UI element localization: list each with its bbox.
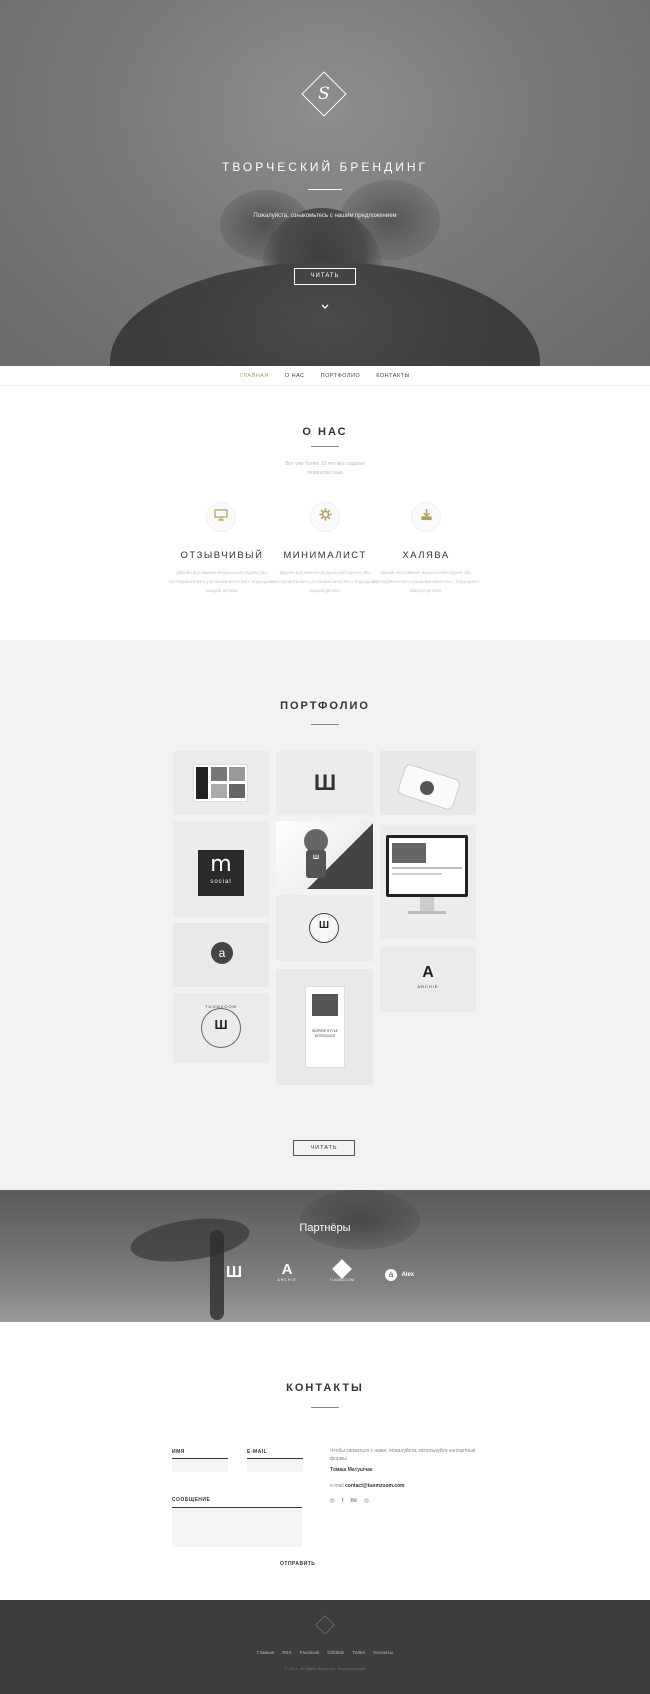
name-field[interactable]	[172, 1458, 228, 1472]
gear-icon	[310, 502, 340, 532]
instagram-icon[interactable]: ◎	[364, 1497, 369, 1505]
portfolio-tile[interactable]: Ш TUOMZOOM	[173, 993, 269, 1063]
alex-icon[interactable]: a Alex	[385, 1266, 425, 1284]
hero-subtitle: Пожалуйста, ознакомьтесь с нашим предлож…	[253, 213, 397, 219]
about-title: О НАС	[302, 426, 348, 438]
tuomzoom-icon[interactable]: TUOMZOOM	[326, 1259, 358, 1282]
nav-item-about[interactable]: О НАС	[285, 373, 305, 379]
email-label: E-MAIL	[247, 1449, 268, 1455]
hero-divider	[308, 189, 342, 190]
footer-copyright: © 2014. All Rights Reserved. Tuomzoom.co…	[284, 1666, 366, 1671]
logo-letter: S	[318, 84, 330, 104]
hero-title: ТВОРЧЕСКИЙ БРЕНДИНГ	[222, 160, 428, 174]
monitor-icon	[206, 502, 236, 532]
partners-section	[0, 1190, 650, 1322]
email-field[interactable]	[247, 1458, 303, 1472]
about-subtitle: Вот уже более 10 лет мы создаем первокла…	[285, 461, 365, 476]
contacts-divider	[311, 1407, 339, 1408]
portfolio-read-button[interactable]: ЧИТАТЬ	[293, 1140, 355, 1156]
archie-icon[interactable]: A ARCHIE	[273, 1262, 301, 1283]
w-mark-icon[interactable]: Ш	[222, 1264, 246, 1282]
portfolio-tile[interactable]: Ш	[276, 751, 373, 815]
archie-logo-letter: A	[422, 964, 434, 981]
footer-link[interactable]: Dribbble	[327, 1650, 344, 1655]
card-title: INSPIRE STYLE INTRODUCE	[311, 1029, 339, 1038]
main-nav: ГЛАВНАЯ О НАС ПОРТФОЛИО КОНТАКТЫ	[0, 366, 650, 386]
contacts-title: КОНТАКТЫ	[286, 1382, 364, 1394]
portfolio-tile[interactable]: Ш	[276, 895, 373, 961]
feature-title: ХАЛЯВА	[402, 550, 450, 561]
feature-text: Дизайн все важнее визуальной подачи. Мы …	[271, 570, 379, 593]
footer-link[interactable]: RSS	[282, 1650, 291, 1655]
feature-text: Дизайн все важнее визуальной подачи. Мы …	[372, 570, 480, 593]
email-prefix: e-mail	[330, 1483, 344, 1489]
about-divider	[311, 446, 339, 447]
hero-read-button[interactable]: ЧИТАТЬ	[294, 268, 356, 285]
partner-label: ARCHIE	[277, 1278, 297, 1282]
facebook-icon[interactable]: f	[342, 1497, 344, 1505]
archie-logo-word: ARCHIE	[417, 984, 439, 989]
message-field[interactable]	[172, 1507, 302, 1547]
a-logo-letter: a	[218, 946, 226, 960]
name-label: ИМЯ	[172, 1449, 185, 1455]
nav-item-portfolio[interactable]: ПОРТФОЛИО	[321, 373, 361, 379]
footer-link[interactable]: Twitter	[352, 1650, 365, 1655]
partners-photo-surfboard	[127, 1211, 253, 1269]
portfolio-tile[interactable]	[380, 751, 476, 815]
portfolio-tile[interactable]	[380, 825, 476, 939]
contact-person: Томаш Матушчак	[330, 1467, 373, 1473]
footer	[0, 1600, 650, 1694]
message-label: СООБЩЕНИЕ	[172, 1497, 211, 1503]
footer-link[interactable]: Контакты	[373, 1650, 392, 1655]
social-icons: ◎ f Bē ◎	[330, 1497, 369, 1505]
portfolio-tile[interactable]: a	[173, 923, 269, 987]
behance-icon[interactable]: Bē	[350, 1497, 357, 1505]
contact-email-link[interactable]: contact@tuomzoom.com	[345, 1483, 405, 1489]
partners-photo-shade	[300, 1190, 420, 1250]
footer-link[interactable]: Главная	[257, 1650, 274, 1655]
chevron-down-icon[interactable]	[318, 303, 332, 313]
portfolio-tile[interactable]: A ARCHIE	[380, 946, 476, 1012]
social-logo-letter: m	[210, 852, 232, 877]
nav-item-home[interactable]: ГЛАВНАЯ	[240, 373, 269, 379]
social-logo-word: social	[210, 879, 232, 885]
feature-text: Дизайн все важнее визуальной подачи. Мы …	[168, 570, 276, 593]
portfolio-title: ПОРТФОЛИО	[280, 700, 370, 712]
portfolio-tile[interactable]: INSPIRE STYLE INTRODUCE	[276, 969, 373, 1085]
portfolio-divider	[311, 724, 339, 725]
partner-label: Alex	[401, 1271, 415, 1278]
portfolio-tile[interactable]: Ш	[276, 821, 373, 889]
footer-links: Главная RSS Facebook Dribbble Twitter Ко…	[0, 1650, 650, 1655]
badge-word: TUOMZOOM	[205, 1004, 237, 1009]
portfolio-tile[interactable]: m social	[173, 821, 269, 917]
contact-intro: Чтобы связаться с нами, пожалуйста, испо…	[330, 1448, 476, 1462]
dribbble-icon[interactable]: ◎	[330, 1497, 335, 1505]
download-icon	[411, 502, 441, 532]
nav-item-contacts[interactable]: КОНТАКТЫ	[376, 373, 410, 379]
send-button[interactable]: ОТПРАВИТЬ	[280, 1561, 315, 1567]
contact-email-row: e-mail contact@tuomzoom.com	[330, 1482, 405, 1490]
partners-title: Партнёры	[299, 1222, 351, 1234]
footer-link[interactable]: Facebook	[300, 1650, 320, 1655]
portfolio-tile[interactable]	[173, 751, 269, 815]
